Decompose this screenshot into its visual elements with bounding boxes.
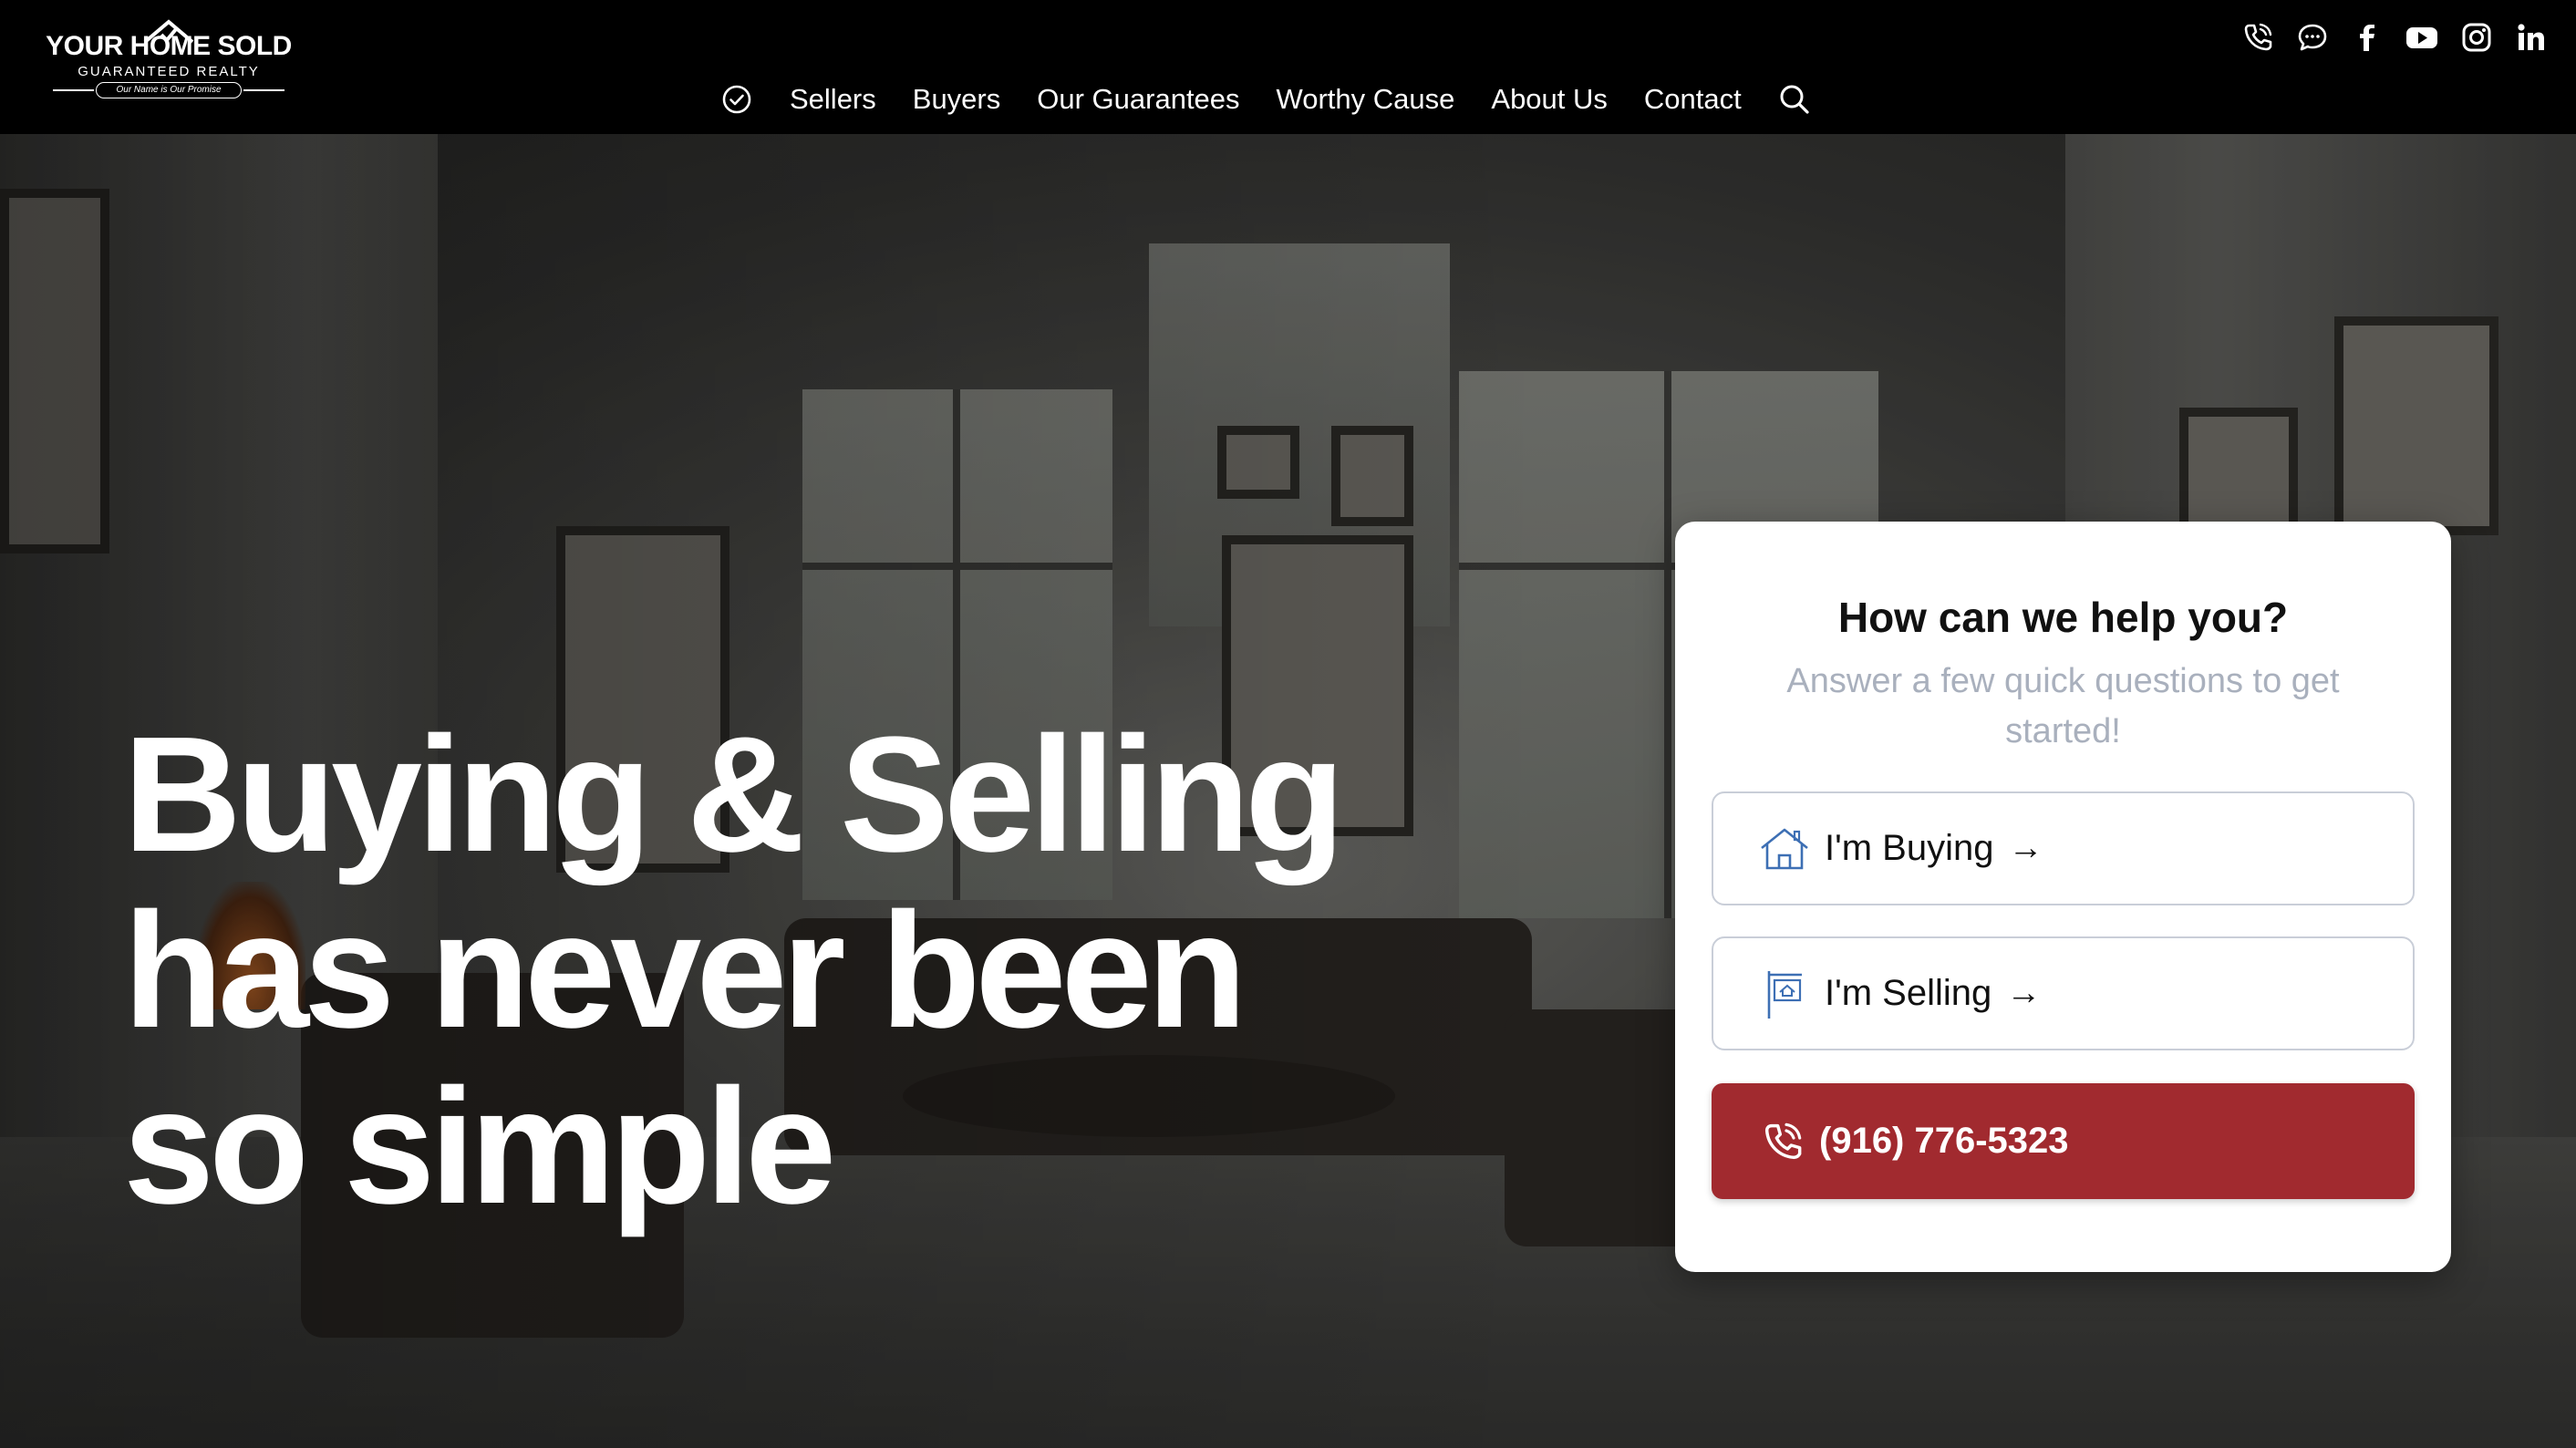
site-header: YOUR HOME SOLD GUARANTEED REALTY Our Nam… bbox=[0, 0, 2576, 134]
headline-line: so simple bbox=[123, 1055, 836, 1238]
headline-line: Buying & Selling bbox=[123, 703, 1345, 886]
logo-tagline: Our Name is Our Promise bbox=[96, 82, 242, 98]
search-icon[interactable] bbox=[1778, 83, 1811, 116]
headline-line: has never been bbox=[123, 879, 1247, 1062]
main-nav: Sellers Buyers Our Guarantees Worthy Cau… bbox=[720, 77, 1847, 122]
buying-option-button[interactable]: I'm Buying → bbox=[1712, 791, 2415, 905]
linkedin-icon[interactable] bbox=[2514, 20, 2549, 55]
instagram-icon[interactable] bbox=[2459, 20, 2494, 55]
social-links bbox=[2220, 20, 2549, 55]
phone-number-label: (916) 776-5323 bbox=[1819, 1121, 2069, 1161]
nav-worthy-cause[interactable]: Worthy Cause bbox=[1277, 83, 1455, 116]
chat-icon[interactable] bbox=[2295, 20, 2330, 55]
selling-option-label: I'm Selling bbox=[1825, 973, 1992, 1013]
arrow-right-icon: → bbox=[2006, 974, 2042, 1012]
nav-contact[interactable]: Contact bbox=[1644, 83, 1742, 116]
nav-about-us[interactable]: About Us bbox=[1491, 83, 1608, 116]
youtube-icon[interactable] bbox=[2405, 20, 2439, 55]
logo-wordmark: YOUR HOME SOLD bbox=[46, 31, 292, 61]
phone-icon[interactable] bbox=[2240, 20, 2275, 55]
card-subtitle: Answer a few quick questions to get star… bbox=[1786, 662, 2340, 750]
logo-divider bbox=[53, 89, 94, 91]
nav-our-guarantees[interactable]: Our Guarantees bbox=[1037, 83, 1239, 116]
check-circle-icon[interactable] bbox=[720, 83, 753, 116]
hero-headline: Buying & Selling has never been so simpl… bbox=[123, 707, 1582, 1235]
card-title: How can we help you? bbox=[1837, 594, 2289, 641]
nav-sellers[interactable]: Sellers bbox=[790, 83, 876, 116]
facebook-icon[interactable] bbox=[2350, 20, 2385, 55]
logo-subtitle: GUARANTEED REALTY bbox=[78, 64, 260, 79]
for-sale-sign-icon bbox=[1757, 967, 1812, 1021]
selling-option-button[interactable]: I'm Selling → bbox=[1712, 936, 2415, 1050]
house-icon bbox=[1757, 822, 1812, 876]
buying-option-label: I'm Buying bbox=[1825, 828, 1994, 868]
nav-buyers[interactable]: Buyers bbox=[913, 83, 1000, 116]
arrow-right-icon: → bbox=[2008, 829, 2043, 867]
brand-logo[interactable]: YOUR HOME SOLD GUARANTEED REALTY Our Nam… bbox=[46, 18, 292, 102]
help-card: How can we help you? Answer a few quick … bbox=[1675, 522, 2451, 1272]
logo-divider bbox=[243, 89, 284, 91]
phone-icon bbox=[1757, 1116, 1808, 1167]
call-phone-button[interactable]: (916) 776-5323 bbox=[1712, 1083, 2415, 1199]
